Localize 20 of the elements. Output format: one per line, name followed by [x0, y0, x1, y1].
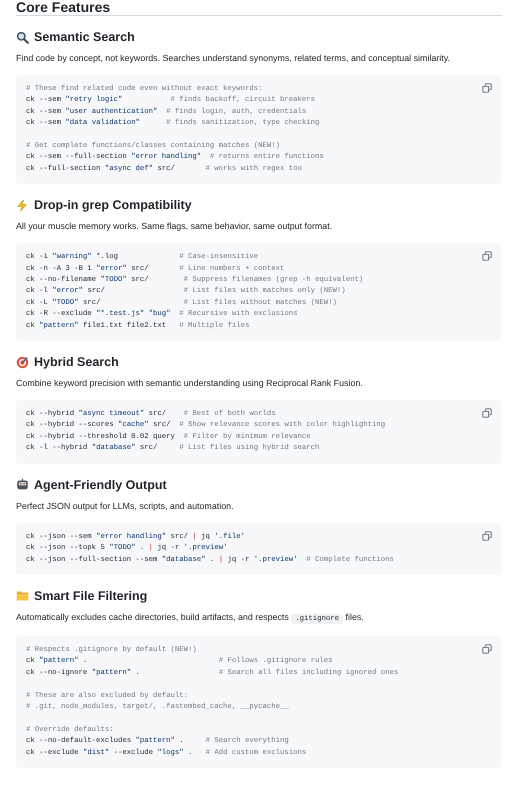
robot-face-icon: [16, 478, 29, 492]
section-heading: Drop-in grep Compatibility: [34, 197, 192, 214]
copy-icon[interactable]: [482, 644, 492, 654]
section-heading: Hybrid Search: [34, 354, 119, 370]
copy-icon[interactable]: [482, 408, 492, 418]
lightning-icon: [16, 198, 29, 212]
page-title: Core Features: [16, 0, 502, 16]
section-description: All your muscle memory works. Same flags, same behavior, same output format.: [16, 220, 334, 234]
section-heading: Agent-Friendly Output: [34, 476, 167, 493]
section-description: Combine keyword precision with semantic understanding using Reciprocal Rank Fusion.: [16, 377, 364, 390]
folder-icon: [16, 589, 29, 602]
magnifier-icon: [16, 30, 29, 44]
target-icon: [16, 356, 29, 369]
copy-icon[interactable]: [482, 530, 492, 541]
section-description: Perfect JSON output for LLMs, scripts, and automation.: [16, 500, 235, 513]
section-description: Find code by concept, not keywords. Searches understand synonyms, related terms, and conceptual similarity.: [16, 52, 451, 65]
section-heading: Semantic Search: [34, 29, 135, 45]
section-heading: Smart File Filtering: [34, 588, 148, 604]
copy-icon[interactable]: [482, 251, 492, 262]
copy-icon[interactable]: [482, 83, 492, 93]
